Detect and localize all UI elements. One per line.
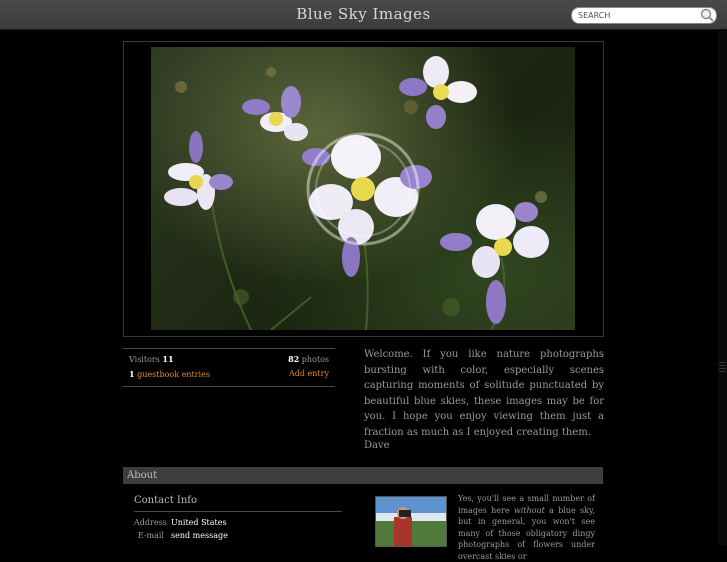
profile-photo bbox=[375, 496, 447, 547]
featured-photo[interactable] bbox=[151, 47, 575, 331]
guestbook-link[interactable]: 1 guestbook entries bbox=[129, 369, 210, 379]
scrollbar[interactable] bbox=[718, 29, 727, 545]
flower-center bbox=[302, 132, 432, 277]
header-bar: Blue Sky Images bbox=[0, 0, 727, 30]
flower-top bbox=[242, 86, 308, 141]
photographer-image bbox=[376, 497, 446, 546]
visitors-stat: Visitors 11 bbox=[129, 354, 174, 364]
scrollbar-grip[interactable] bbox=[719, 362, 726, 372]
photos-label: photos bbox=[301, 355, 329, 364]
photos-stat: 82 photos bbox=[288, 354, 329, 364]
visitors-label: Visitors bbox=[129, 355, 160, 364]
search-box[interactable] bbox=[571, 7, 717, 24]
about-header: About bbox=[123, 467, 603, 484]
flower-image bbox=[164, 56, 549, 331]
site-stats: Visitors 11 82 photos 1 guestbook entrie… bbox=[123, 348, 335, 387]
address-value: United States bbox=[171, 518, 227, 527]
add-entry-link[interactable]: Add entry bbox=[289, 369, 329, 378]
about-text: Yes, you'll see a small number of images… bbox=[458, 493, 595, 562]
contact-info-title: Contact Info bbox=[134, 495, 342, 512]
visitors-count: 11 bbox=[162, 354, 174, 364]
welcome-text: Welcome. If you like nature photographs … bbox=[364, 349, 604, 438]
send-message-link[interactable]: send message bbox=[171, 531, 228, 540]
guestbook-label[interactable]: guestbook entries bbox=[137, 370, 210, 379]
about-text-emphasis: without bbox=[513, 505, 545, 515]
flower-left bbox=[164, 131, 233, 210]
signature: Dave bbox=[364, 440, 390, 451]
address-label: Address bbox=[134, 518, 167, 527]
about-heading: About bbox=[127, 470, 158, 481]
search-icon[interactable] bbox=[699, 7, 715, 23]
search-input[interactable] bbox=[578, 9, 696, 22]
flower-top-right bbox=[399, 56, 477, 129]
email-label: E-mail bbox=[137, 531, 164, 540]
guestbook-count: 1 bbox=[129, 369, 135, 379]
photos-count: 82 bbox=[288, 354, 300, 364]
